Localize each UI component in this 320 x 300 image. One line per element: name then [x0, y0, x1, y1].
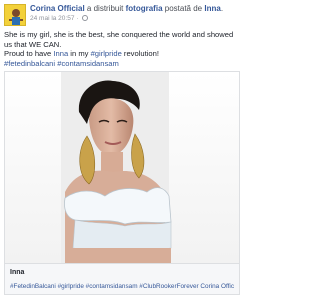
- body-line-2-mid: in my: [68, 49, 91, 58]
- shared-post: Corina Official a distribuit fotografia …: [0, 0, 244, 300]
- shared-item-link[interactable]: fotografia: [126, 4, 163, 13]
- post-body: She is my girl, she is the best, she con…: [4, 30, 240, 68]
- body-line-2-prefix: Proud to have: [4, 49, 54, 58]
- post-meta: 24 mai la 20:57 ·: [30, 15, 89, 23]
- mention-link[interactable]: Inna: [53, 49, 68, 58]
- hashtag-girlpride[interactable]: #girlpride: [91, 49, 122, 58]
- possessive-text: postată de: [164, 4, 203, 13]
- body-line-2: Proud to have Inna in my #girlpride revo…: [4, 49, 240, 59]
- author-avatar[interactable]: [4, 4, 26, 26]
- body-line-1: She is my girl, she is the best, she con…: [4, 30, 234, 49]
- hashtag-fetedinbalcani[interactable]: #fetedinbalcani: [4, 59, 55, 68]
- header-period: .: [220, 4, 224, 13]
- hashtag-contamsidansam[interactable]: #contamsidansam: [57, 59, 119, 68]
- original-author-link[interactable]: Inna: [204, 4, 220, 13]
- shared-photo-card[interactable]: Inna #FetedinBalcani #girlpride #contams…: [4, 71, 240, 295]
- post-header: Corina Official a distribuit fotografia …: [30, 4, 242, 14]
- body-line-3: #fetedinbalcani #contamsidansam: [4, 59, 240, 69]
- author-link[interactable]: Corina Official: [30, 4, 85, 13]
- body-line-2-suffix: revolution!: [121, 49, 159, 58]
- portrait-illustration: [5, 72, 239, 263]
- post-timestamp[interactable]: 24 mai la 20:57 ·: [30, 15, 80, 22]
- photo-meta: Inna #FetedinBalcani #girlpride #contams…: [5, 263, 239, 294]
- globe-icon: [82, 15, 89, 21]
- photo-owner-name[interactable]: Inna: [10, 268, 234, 277]
- photo-caption[interactable]: #FetedinBalcani #girlpride #contamsidans…: [10, 282, 234, 291]
- shared-photo[interactable]: [5, 72, 239, 263]
- action-text: a distribuit: [86, 4, 124, 13]
- avatar-illustration: [5, 5, 25, 25]
